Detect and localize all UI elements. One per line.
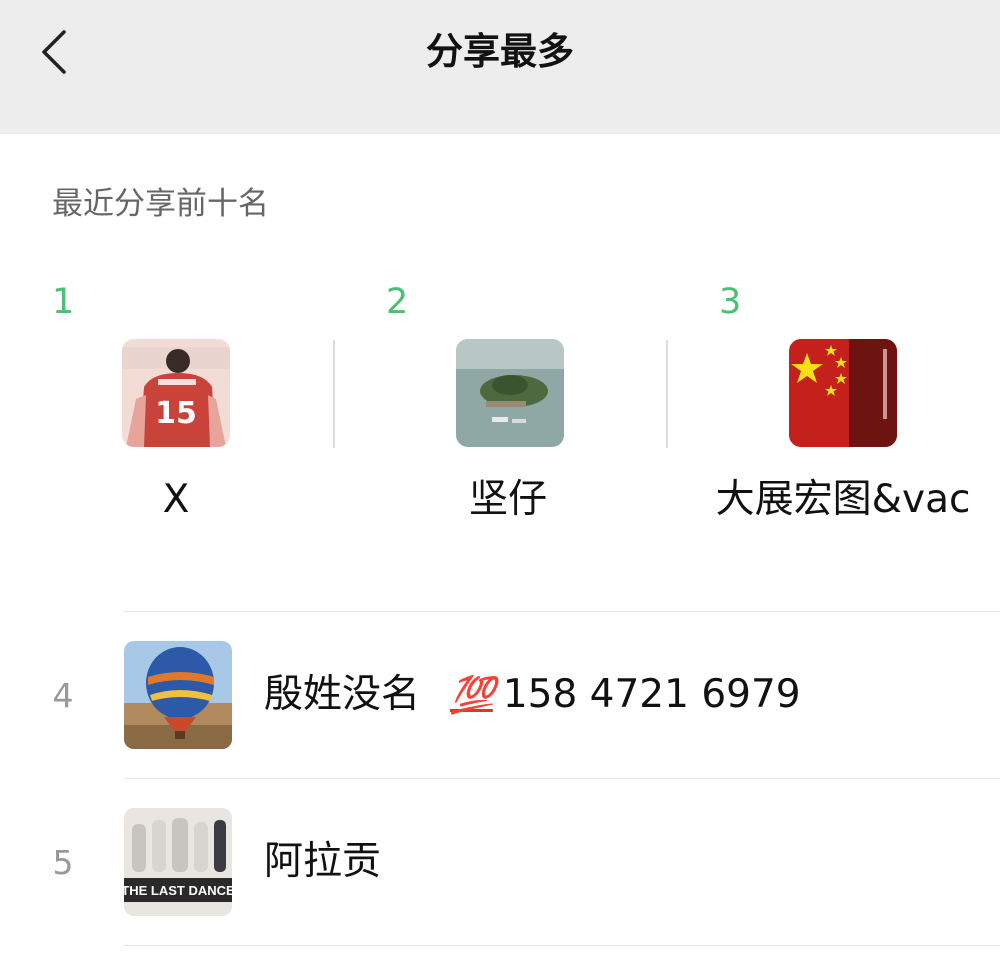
rank-number: 5 — [52, 843, 74, 882]
user-name-line: 殷姓没名 💯 158 4721 6979 — [264, 669, 801, 722]
section-label: 最近分享前十名 — [52, 186, 269, 222]
user-name: 大展宏图&vac — [715, 477, 971, 522]
chinese-flag-avatar-icon — [789, 339, 897, 447]
page-title: 分享最多 — [426, 30, 574, 73]
last-dance-poster-avatar-icon: THE LAST DANCE — [124, 808, 232, 916]
list-item[interactable]: 5 THE LAST DANCE 阿拉贡 — [0, 779, 1000, 945]
phone-number: 158 4721 6979 — [502, 672, 801, 717]
avatar[interactable] — [456, 339, 564, 447]
top-rank-item[interactable]: 3 大展宏图&vac — [667, 280, 1000, 540]
rank-number: 1 — [52, 282, 75, 322]
svg-text:15: 15 — [155, 396, 197, 431]
user-name: 殷姓没名 — [264, 672, 421, 717]
hundred-points-icon: 💯 — [450, 675, 495, 716]
top-rank-item[interactable]: 1 15 X — [0, 280, 333, 540]
island-avatar-icon — [456, 339, 564, 447]
football-player-avatar-icon: 15 — [122, 339, 230, 447]
rank-number: 2 — [386, 282, 409, 322]
user-name: 坚仔 — [468, 477, 547, 522]
avatar[interactable]: 15 — [122, 339, 230, 447]
svg-text:THE LAST DANCE: THE LAST DANCE — [124, 883, 232, 898]
nav-bar: 分享最多 — [0, 0, 1000, 134]
avatar[interactable] — [789, 339, 897, 447]
row-divider — [124, 945, 1000, 946]
user-name: 阿拉贡 — [264, 839, 382, 884]
top-rank-item[interactable]: 2 坚仔 — [334, 280, 667, 540]
hot-air-balloon-avatar-icon — [124, 641, 232, 749]
rank-number: 4 — [52, 676, 74, 715]
avatar[interactable] — [124, 641, 232, 749]
avatar[interactable]: THE LAST DANCE — [124, 808, 232, 916]
list-item[interactable]: 4 殷姓没名 💯 158 4721 6979 — [0, 612, 1000, 778]
user-name: X — [162, 477, 190, 522]
rank-number: 3 — [719, 282, 742, 322]
